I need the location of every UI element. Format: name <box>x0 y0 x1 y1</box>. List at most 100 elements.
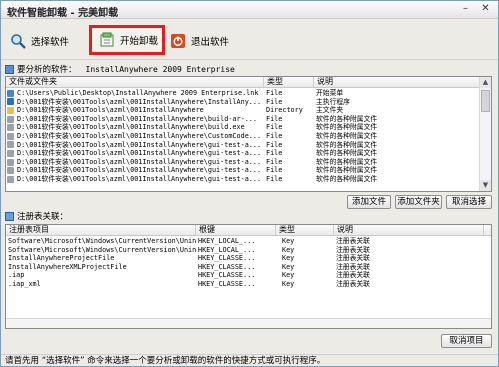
exit-software-button[interactable]: 退出软件 <box>169 27 239 55</box>
registry-item: InstallAnywhereProjectFile <box>8 254 115 263</box>
file-path: D:\001软件安装\001Tools\azml\001InstallAnywh… <box>17 123 245 132</box>
file-path: D:\001软件安装\001Tools\azml\001InstallAnywh… <box>17 166 262 175</box>
start-uninstall-label: 开始卸载 <box>120 36 159 47</box>
file-row[interactable]: D:\001软件安装\001Tools\azml\001InstallAnywh… <box>6 141 491 150</box>
file-type: File <box>266 114 283 123</box>
registry-horizontal-scrollbar[interactable] <box>6 318 491 328</box>
registry-type: Key <box>282 237 295 245</box>
file-row[interactable]: D:\001软件安装\001Tools\azml\001InstallAnywh… <box>6 106 491 115</box>
col-header-desc[interactable]: 说明 <box>334 225 484 235</box>
select-software-button[interactable]: 选择软件 <box>9 27 79 55</box>
registry-desc: 注册表关联 <box>336 245 370 254</box>
file-desc: 软件的各种附属文件 <box>316 140 378 149</box>
registry-desc: 注册表关联 <box>336 271 370 280</box>
file-row[interactable]: D:\001软件安装\001Tools\azml\001InstallAnywh… <box>6 115 491 124</box>
minimize-button[interactable]: – <box>458 3 473 16</box>
main-window: 软件智能卸载 - 完美卸载 – ✕ 选择软件 开始卸载 退出软件 要分析的软件：… <box>0 0 499 367</box>
file-icon <box>6 123 15 132</box>
add-folder-button[interactable]: 添加文件夹 <box>395 195 442 209</box>
registry-type: Key <box>282 245 295 254</box>
file-row[interactable]: D:\001软件安装\001Tools\azml\001InstallAnywh… <box>6 123 491 132</box>
file-path: D:\001软件安装\001Tools\azml\001InstallAnywh… <box>17 131 262 140</box>
file-row[interactable]: D:\001软件安装\001Tools\azml\001InstallAnywh… <box>6 149 491 158</box>
power-icon <box>169 32 187 50</box>
file-row[interactable]: D:\001软件安装\001Tools\azml\001InstallAnywh… <box>6 98 491 107</box>
registry-section-label: 注册表关联： <box>5 210 68 222</box>
file-desc: 软件的各种附属文件 <box>316 114 378 123</box>
cancel-item-button[interactable]: 取消项目 <box>441 334 492 348</box>
file-row[interactable]: D:\001软件安装\001Tools\azml\001InstallAnywh… <box>6 175 491 184</box>
registry-desc: 注册表关联 <box>336 279 370 288</box>
add-file-button[interactable]: 添加文件 <box>347 195 391 209</box>
registry-row[interactable]: .iap_xml HKEY_CLASSE... Key 注册表关联 <box>6 280 491 289</box>
file-path: D:\001软件安装\001Tools\azml\001InstallAnywh… <box>17 140 262 149</box>
file-desc: 软件的各种附属文件 <box>316 123 378 132</box>
file-desc: 主文件夹 <box>316 106 344 115</box>
registry-type: Key <box>282 254 295 263</box>
analyze-value: InstallAnywhere 2009 Enterprise <box>85 64 235 74</box>
file-icon <box>6 158 15 167</box>
scroll-up-icon[interactable]: ▲ <box>480 77 491 88</box>
col-header-item[interactable]: 注册表项目 <box>6 225 196 235</box>
col-header-type[interactable]: 类型 <box>276 225 334 235</box>
title-bar: 软件智能卸载 - 完美卸载 – ✕ <box>1 1 498 19</box>
registry-table-body: Software\Microsoft\Windows\CurrentVersio… <box>6 237 491 289</box>
registry-label-text: 注册表关联： <box>17 212 69 222</box>
cancel-select-button[interactable]: 取消选择 <box>446 195 492 209</box>
file-type: File <box>266 89 283 97</box>
file-type: File <box>266 140 283 149</box>
col-header-desc[interactable]: 说明 <box>314 77 480 87</box>
app-icon <box>6 98 15 107</box>
file-row[interactable]: D:\001软件安装\001Tools\azml\001InstallAnywh… <box>6 158 491 167</box>
file-path: D:\001软件安装\001Tools\azml\001InstallAnywh… <box>17 149 262 158</box>
registry-root: HKEY_CLASSE... <box>198 262 256 271</box>
scroll-down-icon[interactable]: ▼ <box>480 180 491 191</box>
file-desc: 软件的各种附属文件 <box>316 131 378 140</box>
registry-row[interactable]: Software\Microsoft\Windows\CurrentVersio… <box>6 237 491 246</box>
software-icon <box>5 64 14 74</box>
file-type: File <box>266 149 283 158</box>
folder-icon <box>6 106 15 115</box>
registry-row[interactable]: InstallAnywhereXMLProjectFile HKEY_CLASSE… <box>6 263 491 272</box>
registry-root: HKEY_CLASSE... <box>198 271 256 280</box>
file-icon <box>6 132 15 141</box>
exit-software-label: 退出软件 <box>191 37 230 48</box>
col-header-root[interactable]: 根键 <box>196 225 276 235</box>
files-table-header: 文件或文件夹 类型 说明 <box>6 77 491 88</box>
col-header-path[interactable]: 文件或文件夹 <box>6 77 264 87</box>
registry-table[interactable]: 注册表项目 根键 类型 说明 Software\Microsoft\Window… <box>5 224 492 329</box>
scroll-thumb[interactable] <box>481 90 490 112</box>
files-table[interactable]: 文件或文件夹 类型 说明 C:\Users\Public\Desktop\Ins… <box>5 76 492 192</box>
file-desc: 软件的各种附属文件 <box>316 149 378 158</box>
registry-item: Software\Microsoft\Windows\CurrentVersio… <box>8 237 196 245</box>
registry-table-header: 注册表项目 根键 类型 说明 <box>6 225 491 236</box>
file-row[interactable]: C:\Users\Public\Desktop\InstallAnywhere … <box>6 89 491 98</box>
file-row[interactable]: D:\001软件安装\001Tools\azml\001InstallAnywh… <box>6 132 491 141</box>
file-type: File <box>266 174 283 183</box>
close-button[interactable]: ✕ <box>478 3 493 16</box>
registry-desc: 注册表关联 <box>336 254 370 263</box>
files-vertical-scrollbar[interactable]: ▲ ▼ <box>479 77 491 191</box>
registry-row[interactable]: Software\Microsoft\Windows\CurrentVersio… <box>6 246 491 255</box>
registry-root: HKEY_CLASSE... <box>198 279 256 288</box>
toolbar: 选择软件 开始卸载 退出软件 <box>1 20 498 60</box>
file-desc: 开始菜单 <box>316 89 344 97</box>
file-type: File <box>266 166 283 175</box>
file-path: D:\001软件安装\001Tools\azml\001InstallAnywh… <box>17 114 257 123</box>
file-type: File <box>266 131 283 140</box>
file-type: File <box>266 97 283 106</box>
registry-root: HKEY_LOCAL_... <box>198 237 256 245</box>
registry-desc: 注册表关联 <box>336 237 370 245</box>
registry-row[interactable]: .iap HKEY_CLASSE... Key 注册表关联 <box>6 271 491 280</box>
file-icon <box>6 175 15 184</box>
registry-root: HKEY_LOCAL_... <box>198 245 256 254</box>
file-path: D:\001软件安装\001Tools\azml\001InstallAnywh… <box>17 157 262 166</box>
files-table-body: C:\Users\Public\Desktop\InstallAnywhere … <box>6 89 491 184</box>
registry-type: Key <box>282 262 295 271</box>
col-header-type[interactable]: 类型 <box>264 77 314 87</box>
registry-row[interactable]: InstallAnywhereProjectFile HKEY_CLASSE...… <box>6 254 491 263</box>
file-row[interactable]: D:\001软件安装\001Tools\azml\001InstallAnywh… <box>6 166 491 175</box>
start-uninstall-button[interactable]: 开始卸载 <box>89 25 165 55</box>
registry-item: InstallAnywhereXMLProjectFile <box>8 262 127 271</box>
shortcut-icon <box>6 89 15 98</box>
